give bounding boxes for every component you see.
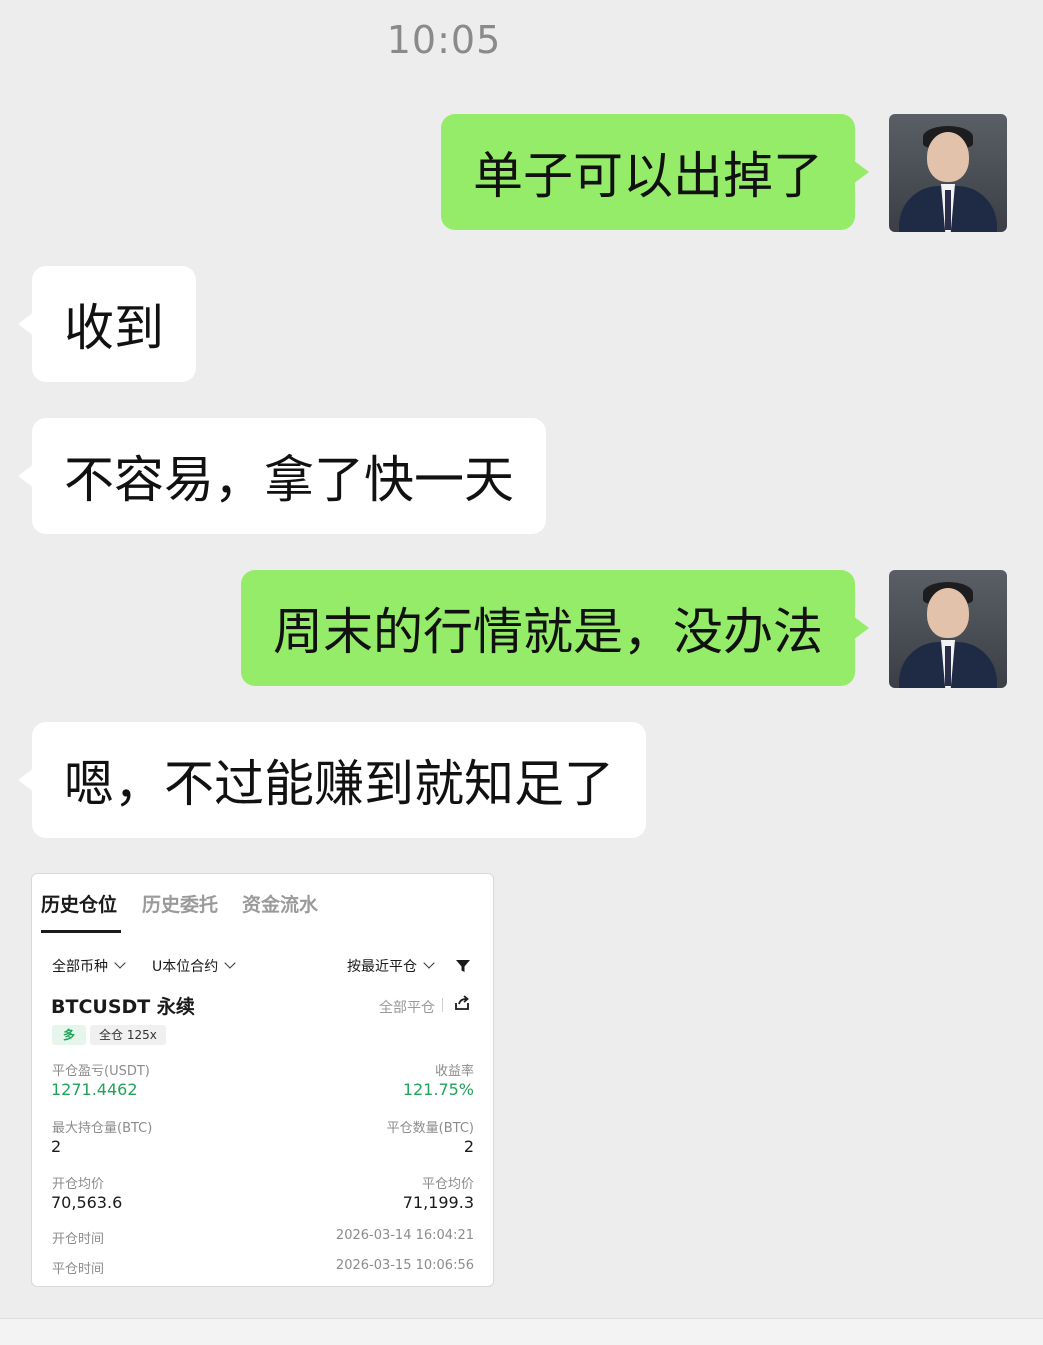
message-bubble-outgoing[interactable]: 周末的行情就是，没办法 bbox=[241, 570, 869, 686]
max-position-value: 2 bbox=[51, 1137, 62, 1156]
chevron-down-icon bbox=[423, 957, 435, 969]
message-text: 不容易，拿了快一天 bbox=[64, 451, 514, 509]
message-text: 单子可以出掉了 bbox=[473, 147, 823, 205]
close-avg-price-label: 平仓均价 bbox=[421, 1177, 474, 1192]
trading-pair: BTCUSDT 永续 bbox=[51, 996, 195, 1018]
share-icon bbox=[455, 995, 469, 1010]
input-bar-edge bbox=[0, 1318, 1043, 1345]
close-avg-price-value: 71,199.3 bbox=[402, 1193, 474, 1212]
tab-bar: 历史仓位 历史委托 资金流水 bbox=[32, 874, 493, 934]
roi-value: 121.75% bbox=[402, 1080, 474, 1099]
message-text: 周末的行情就是，没办法 bbox=[273, 603, 823, 661]
close-time-label: 平仓时间 bbox=[52, 1262, 105, 1277]
close-qty-label: 平仓数量(BTC) bbox=[386, 1121, 474, 1136]
filter-sort: 按最近平仓 bbox=[347, 956, 435, 976]
chevron-down-icon bbox=[114, 957, 126, 969]
open-avg-price-label: 开仓均价 bbox=[52, 1177, 105, 1192]
filter-contract: U本位合约 bbox=[152, 956, 236, 976]
open-time-value: 2026-03-14 16:04:21 bbox=[335, 1228, 474, 1243]
message-bubble-incoming[interactable]: 收到 bbox=[18, 266, 196, 382]
close-all-label: 全部平仓 bbox=[379, 1000, 435, 1016]
avatar[interactable] bbox=[889, 114, 1007, 232]
max-position-label: 最大持仓量(BTC) bbox=[52, 1121, 153, 1136]
divider bbox=[442, 998, 443, 1012]
chevron-down-icon bbox=[224, 957, 236, 969]
message-text: 嗯，不过能赚到就知足了 bbox=[64, 755, 614, 813]
tab-fund-flow: 资金流水 bbox=[242, 894, 319, 916]
filter-funnel-icon bbox=[456, 960, 470, 972]
open-time-label: 开仓时间 bbox=[52, 1232, 105, 1247]
message-bubble-incoming[interactable]: 不容易，拿了快一天 bbox=[18, 418, 546, 534]
message-bubble-outgoing[interactable]: 单子可以出掉了 bbox=[441, 114, 869, 230]
tab-history-positions: 历史仓位 bbox=[41, 894, 118, 916]
chat-timestamp: 10:05 bbox=[386, 18, 502, 62]
close-time-value: 2026-03-15 10:06:56 bbox=[335, 1258, 474, 1273]
open-avg-price-value: 70,563.6 bbox=[51, 1193, 123, 1212]
avatar[interactable] bbox=[889, 570, 1007, 688]
side-badge: 多 bbox=[52, 1025, 86, 1045]
tab-history-orders: 历史委托 bbox=[142, 894, 219, 916]
image-message-trade-history[interactable]: 历史仓位 历史委托 资金流水 全部币种 U本位合约 按最近平仓 BTCUSDT … bbox=[31, 873, 494, 1287]
pnl-label: 平仓盈亏(USDT) bbox=[52, 1064, 150, 1079]
pnl-value: 1271.4462 bbox=[51, 1080, 138, 1099]
message-text: 收到 bbox=[64, 299, 164, 357]
message-bubble-incoming[interactable]: 嗯，不过能赚到就知足了 bbox=[18, 722, 646, 838]
close-qty-value: 2 bbox=[463, 1137, 474, 1156]
active-tab-indicator bbox=[41, 930, 121, 933]
margin-badge: 全仓 125x bbox=[90, 1025, 166, 1045]
filter-coin: 全部币种 bbox=[52, 956, 126, 976]
roi-label: 收益率 bbox=[434, 1064, 474, 1079]
